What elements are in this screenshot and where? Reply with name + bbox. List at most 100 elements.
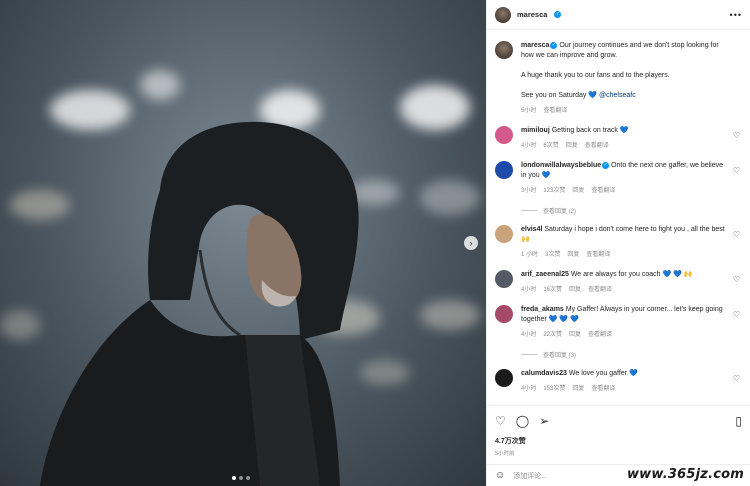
comment-meta: 1 小时 3次赞 回复 查看翻译 [521, 250, 726, 260]
view-replies-label: 查看回复 (3) [543, 353, 577, 359]
post-time: 5小时前 [495, 451, 515, 457]
verified-icon: ✓ [550, 41, 558, 49]
comment-emoji: 💙 [541, 172, 551, 179]
reply-button[interactable]: 回复 [572, 186, 584, 196]
translate-button[interactable]: 查看翻译 [585, 141, 609, 151]
view-replies-label: 查看回复 (2) [543, 209, 577, 215]
carousel-dot [239, 476, 243, 480]
verified-icon: ✓ [554, 11, 562, 18]
comment-emoji: 💙 [619, 127, 629, 134]
comment-likes[interactable]: 153次赞 [543, 384, 565, 394]
comment-text: Saturday i hope i don't come here to fig… [544, 226, 725, 233]
caption-line: A huge thank you to our fans and to the … [521, 72, 670, 79]
comment-likes[interactable]: 3次赞 [545, 250, 560, 260]
like-comment-icon[interactable]: ♡ [733, 310, 740, 319]
carousel-dots [232, 476, 250, 480]
avatar[interactable] [495, 369, 513, 387]
comment-emoji: 💙 💙 💙 [548, 316, 579, 323]
comment-text: We are always for you coach [570, 271, 661, 278]
avatar[interactable] [495, 225, 513, 243]
divider [521, 210, 537, 211]
comment-emoji: 💙 💙 🙌 [662, 271, 693, 278]
avatar[interactable] [495, 41, 513, 59]
avatar[interactable] [495, 126, 513, 144]
comments-list: maresca ✓ Our journey continues and we do… [487, 31, 750, 405]
like-comment-icon[interactable]: ♡ [733, 230, 740, 239]
translate-button[interactable]: 查看翻译 [591, 384, 615, 394]
comment-author[interactable]: londonwillalwaysbeblue [521, 162, 601, 169]
comment-icon[interactable]: ◯ [516, 414, 529, 428]
comment-author[interactable]: elvis4l [521, 226, 542, 233]
carousel-dot [246, 476, 250, 480]
comment-meta: 4小时 16次赞 回复 查看翻译 [521, 285, 726, 295]
reply-button[interactable]: 回复 [567, 250, 579, 260]
heart-icon[interactable]: ♡ [495, 414, 506, 428]
avatar[interactable] [495, 270, 513, 288]
avatar[interactable] [495, 305, 513, 323]
carousel-dot [232, 476, 236, 480]
comment-likes[interactable]: 16次赞 [543, 285, 562, 295]
comment-emoji: 🙌 [521, 236, 530, 243]
comment: arif_zaeenal25 We are always for you coa… [495, 270, 742, 295]
more-options-icon[interactable]: ••• [730, 10, 742, 20]
comment-text: We love you gaffer [568, 370, 627, 377]
likes-count[interactable]: 4.7万次赞 [495, 436, 742, 446]
post-header: maresca ✓ ••• [487, 0, 750, 30]
blue-heart-emoji: 💙 [588, 92, 598, 99]
next-image-button[interactable]: › [464, 236, 478, 250]
timestamp: 4小时 [521, 287, 537, 293]
author-username[interactable]: maresca [517, 10, 547, 19]
comment: mimilouj Getting back on track 💙 4小时 6次赞… [495, 126, 742, 151]
reply-button[interactable]: 回复 [572, 384, 584, 394]
add-comment-input[interactable]: 添加评论... [513, 471, 547, 481]
person-figure [40, 121, 359, 486]
caption: maresca ✓ Our journey continues and we do… [495, 41, 742, 116]
comment-meta: 4小时 22次赞 回复 查看翻译 [521, 330, 726, 340]
like-comment-icon[interactable]: ♡ [733, 166, 740, 175]
comment-author[interactable]: arif_zaeenal25 [521, 271, 569, 278]
avatar[interactable] [495, 161, 513, 179]
comment: freda_akams My Gaffer! Always in your co… [495, 305, 742, 340]
comment-likes[interactable]: 6次赞 [543, 141, 558, 151]
comment-author[interactable]: calumdavis23 [521, 370, 567, 377]
translate-button[interactable]: 查看翻译 [588, 330, 612, 340]
comment: elvis4l Saturday i hope i don't come her… [495, 225, 742, 260]
watermark: www.365jz.com [626, 467, 744, 482]
comment-author[interactable]: mimilouj [521, 127, 550, 134]
comment-likes[interactable]: 22次赞 [543, 330, 562, 340]
reply-button[interactable]: 回复 [569, 330, 581, 340]
caption-text: See you on Saturday [521, 92, 587, 99]
comment-meta: 4小时 153次赞 回复 查看翻译 [521, 384, 726, 394]
comment-emoji: 💙 [628, 370, 638, 377]
like-comment-icon[interactable]: ♡ [733, 275, 740, 284]
timestamp: 3小时 [521, 188, 537, 194]
bookmark-icon[interactable]: ▯ [735, 414, 742, 428]
reply-button[interactable]: 回复 [569, 285, 581, 295]
comment-meta: 3小时 123次赞 回复 查看翻译 [521, 186, 726, 196]
timestamp: 4小时 [521, 386, 537, 392]
comment-likes[interactable]: 123次赞 [543, 186, 565, 196]
translate-button[interactable]: 查看翻译 [543, 106, 567, 116]
emoji-icon[interactable]: ☺ [495, 470, 505, 481]
caption-line: See you on Saturday 💙 @chelseafc [521, 91, 726, 101]
view-replies-button[interactable]: 查看回复 (2) [521, 206, 742, 215]
divider [521, 354, 537, 355]
like-comment-icon[interactable]: ♡ [733, 374, 740, 383]
comment-author[interactable]: freda_akams [521, 306, 564, 313]
translate-button[interactable]: 查看翻译 [588, 285, 612, 295]
share-icon[interactable]: ➢ [539, 414, 549, 428]
reply-button[interactable]: 回复 [566, 141, 578, 151]
like-comment-icon[interactable]: ♡ [733, 131, 740, 140]
view-replies-button[interactable]: 查看回复 (3) [521, 350, 742, 359]
post-image[interactable]: › [0, 0, 486, 486]
comment: calumdavis23 We love you gaffer 💙 4小时 15… [495, 369, 742, 394]
comment-text: Getting back on track [551, 127, 618, 134]
caption-author[interactable]: maresca [521, 42, 549, 49]
verified-icon: ✓ [602, 161, 610, 169]
translate-button[interactable]: 查看翻译 [586, 250, 610, 260]
mention-link[interactable]: @chelseafc [599, 92, 636, 99]
timestamp: 1 小时 [521, 252, 539, 258]
avatar[interactable] [495, 6, 511, 23]
translate-button[interactable]: 查看翻译 [591, 186, 615, 196]
comment: londonwillalwaysbeblue ✓ Onto the next on… [495, 161, 742, 196]
